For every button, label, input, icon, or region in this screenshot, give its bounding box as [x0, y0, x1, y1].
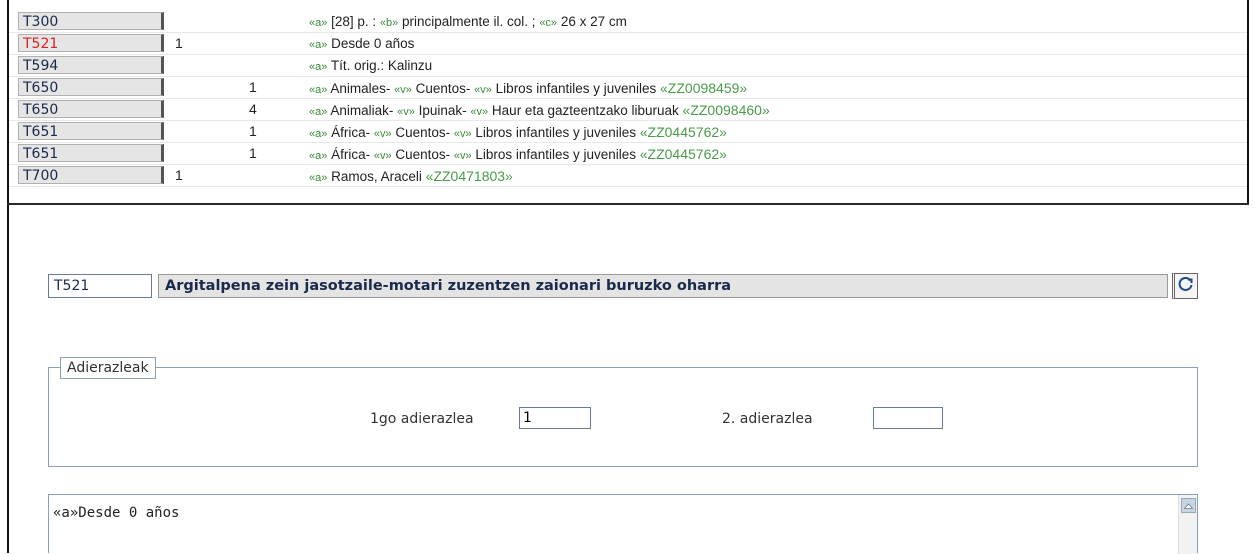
- subfield-code: «a»: [309, 39, 328, 51]
- field-content: «a» Desde 0 años: [309, 36, 414, 51]
- second-indicator-input[interactable]: [873, 407, 943, 429]
- field-text: principalmente il. col. ;: [398, 14, 540, 29]
- arrow-up-icon: [1184, 502, 1193, 509]
- record-row: T650 1 «a» Animales- «v» Cuentos- «v» Libr…: [9, 77, 1247, 99]
- record-row: T521 1 «a» Desde 0 años: [9, 33, 1247, 55]
- record-row: T651 1 «a» África- «v» Cuentos- «v» Libros…: [9, 143, 1247, 165]
- indicator-1: 1: [175, 35, 183, 51]
- subfield-code: «a»: [309, 17, 328, 29]
- tag-button[interactable]: T300: [18, 12, 164, 30]
- refresh-button[interactable]: [1172, 273, 1198, 299]
- frame-border-right: [1247, 0, 1249, 205]
- subfield-code: «v»: [397, 106, 415, 118]
- field-text: Cuentos-: [391, 125, 454, 140]
- subfield-code: «a»: [309, 84, 328, 96]
- subfield-code: «v»: [394, 84, 412, 96]
- tag-button[interactable]: T651: [18, 144, 164, 162]
- field-text: Libros infantiles y juveniles: [471, 125, 640, 140]
- textarea-scrollbar[interactable]: [1178, 495, 1197, 554]
- indicator-2: 1: [249, 79, 257, 95]
- editor-tag-description: Argitalpena zein jasotzaile-motari zuzen…: [158, 274, 1168, 298]
- subfield-code: «a»: [309, 106, 328, 118]
- tag-button[interactable]: T700: [18, 166, 164, 184]
- indicator-1: 1: [175, 167, 183, 183]
- subfield-code: «a»: [309, 61, 328, 73]
- editor-tag-field[interactable]: T521: [48, 274, 152, 298]
- field-text: Animales-: [327, 81, 395, 96]
- refresh-icon: [1178, 276, 1194, 296]
- authority-link[interactable]: «ZZ0445762»: [640, 124, 727, 140]
- record-row: T700 1 «a» Ramos, Araceli «ZZ0471803»: [9, 165, 1247, 187]
- subfield-code: «b»: [379, 17, 399, 29]
- field-content-text: «a»Desde 0 años: [53, 505, 180, 521]
- field-text: Desde 0 años: [327, 36, 415, 51]
- subfield-code: «v»: [474, 84, 492, 96]
- indicator-2: 1: [249, 123, 257, 139]
- record-row: T594 «a» Tít. orig.: Kalinzu: [9, 55, 1247, 77]
- field-content-textarea[interactable]: «a»Desde 0 años: [48, 494, 1198, 554]
- field-content: «a» África- «v» Cuentos- «v» Libros infa…: [309, 146, 727, 162]
- tag-button[interactable]: T521: [18, 34, 164, 52]
- frame-separator: [7, 203, 1249, 205]
- subfield-code: «a»: [309, 172, 328, 184]
- field-text: Animaliak-: [327, 103, 398, 118]
- subfield-code: «v»: [453, 150, 472, 162]
- authority-link[interactable]: «ZZ0445762»: [640, 146, 727, 162]
- first-indicator-label: 1go adierazlea: [370, 411, 474, 427]
- field-text: Ramos, Araceli: [327, 169, 426, 184]
- field-content: «a» Animales- «v» Cuentos- «v» Libros in…: [309, 80, 747, 96]
- first-indicator-input[interactable]: [519, 407, 591, 429]
- record-row: T651 1 «a» África- «v» Cuentos- «v» Libros…: [9, 121, 1247, 143]
- tag-button[interactable]: T650: [18, 78, 164, 96]
- field-text: Ipuinak-: [414, 103, 471, 118]
- indicators-fieldset: [48, 367, 1198, 467]
- field-text: 26 x 27 cm: [557, 14, 627, 29]
- authority-link[interactable]: «ZZ0098459»: [660, 80, 747, 96]
- authority-link[interactable]: «ZZ0098460»: [683, 102, 770, 118]
- indicator-2: 1: [249, 145, 257, 161]
- field-text: Libros infantiles y juveniles: [491, 81, 661, 96]
- subfield-code: «v»: [373, 128, 392, 140]
- scroll-up-button[interactable]: [1181, 498, 1196, 513]
- indicator-2: 4: [249, 101, 257, 117]
- subfield-code: «c»: [539, 17, 558, 29]
- indicators-legend: Adierazleak: [60, 357, 156, 379]
- field-text: Haur eta gazteentzako liburuak: [488, 103, 683, 118]
- field-text: África-: [327, 125, 374, 140]
- field-text: Cuentos-: [391, 147, 454, 162]
- field-text: Libros infantiles y juveniles: [471, 147, 640, 162]
- field-content: «a» [28] p. : «b» principalmente il. col…: [309, 14, 627, 29]
- subfield-code: «v»: [373, 150, 392, 162]
- tag-button[interactable]: T650: [18, 100, 164, 118]
- field-content: «a» Ramos, Araceli «ZZ0471803»: [309, 168, 513, 184]
- field-content: «a» África- «v» Cuentos- «v» Libros infa…: [309, 124, 727, 140]
- marc-record-table: T300 «a» [28] p. : «b» principalmente il.…: [9, 11, 1247, 187]
- tag-button[interactable]: T651: [18, 122, 164, 140]
- field-text: África-: [327, 147, 374, 162]
- field-content: «a» Tít. orig.: Kalinzu: [309, 58, 432, 73]
- subfield-code: «v»: [470, 106, 489, 118]
- subfield-code: «a»: [309, 150, 328, 162]
- subfield-code: «v»: [453, 128, 472, 140]
- field-text: Cuentos-: [411, 81, 475, 96]
- field-text: Tít. orig.: Kalinzu: [327, 58, 433, 73]
- field-text: [28] p. :: [327, 14, 380, 29]
- tag-button[interactable]: T594: [18, 56, 164, 74]
- record-row: T650 4 «a» Animaliak- «v» Ipuinak- «v» Hau…: [9, 99, 1247, 121]
- record-row: T300 «a» [28] p. : «b» principalmente il.…: [9, 11, 1247, 33]
- second-indicator-label: 2. adierazlea: [722, 411, 813, 427]
- authority-link[interactable]: «ZZ0471803»: [426, 168, 513, 184]
- subfield-code: «a»: [309, 128, 328, 140]
- field-content: «a» Animaliak- «v» Ipuinak- «v» Haur eta…: [309, 102, 770, 118]
